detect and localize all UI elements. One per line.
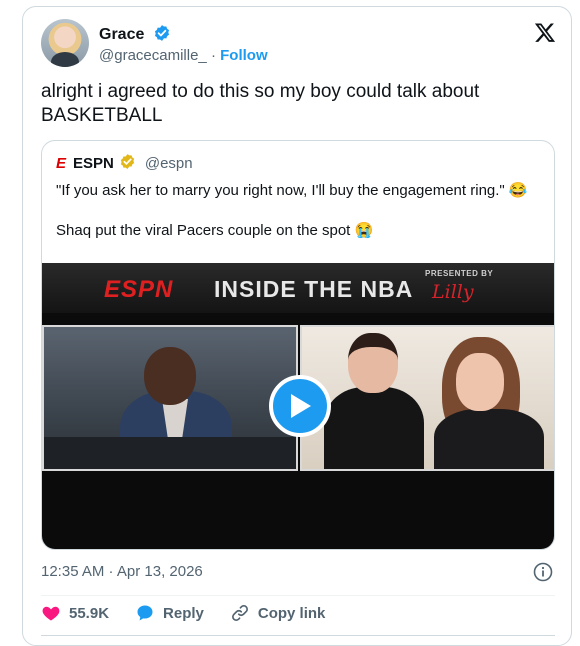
like-button[interactable]: 55.9K (41, 603, 109, 623)
gold-verified-icon (119, 153, 136, 174)
quoted-author-handle[interactable]: @espn (145, 155, 193, 172)
person-figure (324, 387, 424, 469)
quoted-author-name[interactable]: ESPN (73, 155, 114, 172)
read-replies-bar[interactable] (41, 635, 555, 641)
video-player[interactable]: ESPN INSIDE THE NBA PRESENTED BY Lilly (42, 263, 554, 549)
x-logo-icon[interactable] (533, 21, 557, 45)
person-figure (434, 409, 544, 469)
reply-bubble-icon (137, 605, 153, 621)
sponsor-logo: Lilly (432, 281, 474, 303)
follow-button[interactable]: Follow (220, 47, 268, 64)
verified-badge-icon (153, 24, 171, 47)
espn-logo: ESPN (104, 276, 174, 303)
quoted-header: E ESPN @espn (56, 153, 193, 174)
quoted-text: "If you ask her to marry you right now, … (56, 182, 528, 199)
quoted-text: Shaq put the viral Pacers couple on the … (56, 222, 374, 239)
quoted-tweet[interactable]: E ESPN @espn "If you ask her to marry yo… (41, 140, 555, 550)
copy-link-label: Copy link (257, 604, 326, 622)
author-name[interactable]: Grace (99, 26, 144, 43)
play-button[interactable] (269, 375, 331, 437)
author-name-row[interactable]: Grace (99, 24, 171, 47)
author-handle-line: @gracecamille_ · Follow (99, 47, 268, 64)
tweet-card: Grace @gracecamille_ · Follow alright i … (22, 6, 572, 646)
play-icon (291, 394, 311, 418)
reply-label: Reply (163, 604, 204, 622)
tweet-text-line: alright i agreed to do this so my boy co… (41, 81, 480, 102)
show-title: INSIDE THE NBA (214, 276, 414, 302)
author-handle[interactable]: @gracecamille_ (99, 47, 207, 64)
video-left-panel (42, 325, 298, 471)
presented-by: PRESENTED BY (425, 269, 494, 278)
like-count: 55.9K (69, 604, 110, 622)
video-right-panel (300, 325, 554, 471)
person-head (144, 347, 196, 405)
avatar[interactable] (41, 19, 89, 67)
reply-button[interactable]: Reply (135, 603, 204, 623)
divider (41, 595, 555, 596)
info-icon[interactable] (533, 562, 553, 582)
desk (44, 437, 296, 469)
heart-icon (42, 606, 60, 621)
person-head (348, 333, 398, 393)
person-head (456, 353, 504, 411)
link-icon (231, 605, 248, 621)
tweet-text: alright i agreed to do this so my boy co… (41, 80, 541, 128)
action-bar: 55.9K Reply Copy link (41, 603, 351, 623)
handle-separator: · (210, 47, 216, 64)
tweet-timestamp[interactable]: 12:35 AM · Apr 13, 2026 (41, 563, 203, 580)
espn-avatar-icon: E (56, 155, 67, 172)
tweet-text-line: BASKETBALL (41, 105, 163, 126)
broadcast-banner: ESPN INSIDE THE NBA PRESENTED BY Lilly (42, 263, 554, 313)
copy-link-button[interactable]: Copy link (230, 603, 326, 623)
